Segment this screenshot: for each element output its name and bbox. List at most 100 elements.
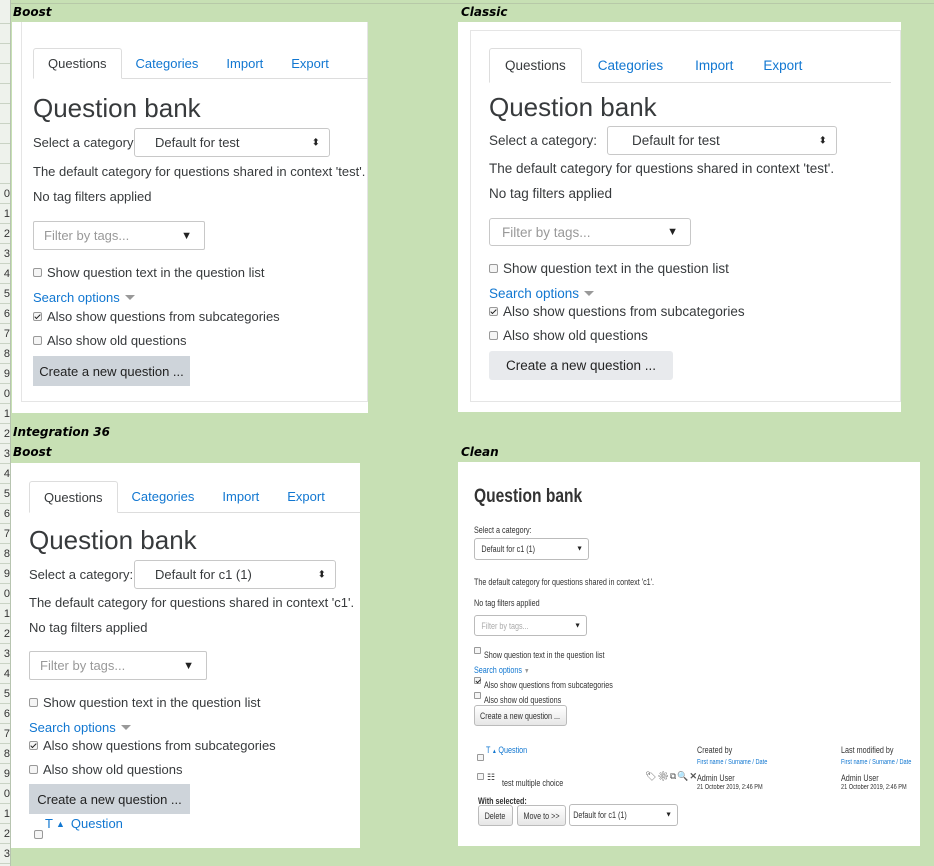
row-number[interactable]: 8 [0, 544, 10, 564]
old-questions-option[interactable]: Also show old questions [33, 333, 186, 348]
tag-icon[interactable]: 🏷 [645, 771, 657, 781]
row-number[interactable]: 3 [0, 644, 10, 664]
move-to-button[interactable]: Move to >> [517, 805, 566, 826]
subcategories-checkbox[interactable] [33, 312, 42, 321]
category-select[interactable]: Default for c1 (1) ⬍ [134, 560, 336, 589]
tab-questions[interactable]: Questions [29, 481, 118, 513]
row-checkbox[interactable] [477, 773, 484, 780]
row-number[interactable] [0, 24, 10, 44]
subcategories-option[interactable]: Also show questions from subcategories [29, 738, 276, 753]
row-number[interactable]: 6 [0, 304, 10, 324]
search-options-toggle[interactable]: Search options [29, 720, 131, 735]
row-number[interactable]: 7 [0, 324, 10, 344]
row-number[interactable]: 9 [0, 564, 10, 584]
search-options-toggle[interactable]: Search options [33, 290, 135, 305]
delete-button[interactable]: Delete [478, 805, 513, 826]
row-number[interactable]: 3 [0, 844, 10, 864]
tab-import[interactable]: Import [679, 48, 749, 82]
subcategories-checkbox[interactable] [489, 307, 498, 316]
category-select[interactable]: Default for test ⬍ [607, 126, 837, 155]
row-number[interactable]: 3 [0, 244, 10, 264]
show-question-text-option[interactable]: Show question text in the question list [33, 265, 265, 280]
row-number[interactable]: 9 [0, 764, 10, 784]
sort-question-type[interactable]: T ▲ Question [486, 745, 527, 755]
row-number[interactable]: 6 [0, 504, 10, 524]
row-number[interactable]: 9 [0, 364, 10, 384]
row-number[interactable]: 1 [0, 204, 10, 224]
tab-questions[interactable]: Questions [33, 48, 122, 79]
row-number[interactable]: 1 [0, 404, 10, 424]
tab-categories[interactable]: Categories [122, 48, 213, 78]
tab-categories[interactable]: Categories [118, 481, 209, 512]
category-select[interactable]: Default for test ⬍ [134, 128, 330, 157]
gear-icon[interactable]: ⚙ [657, 771, 669, 781]
row-number[interactable]: 2 [0, 824, 10, 844]
tab-export[interactable]: Export [273, 481, 339, 512]
create-question-button[interactable]: Create a new question ... [29, 784, 190, 814]
old-questions-checkbox[interactable] [489, 331, 498, 340]
old-questions-option[interactable]: Also show old questions [29, 762, 182, 777]
row-number[interactable]: 5 [0, 484, 10, 504]
modified-sort-links[interactable]: First name / Surname / Date [841, 759, 911, 766]
subcategories-option[interactable]: Also show questions from subcategories [33, 309, 280, 324]
row-number[interactable]: 0 [0, 184, 10, 204]
tag-filter-select[interactable]: Filter by tags... ▼ [474, 615, 587, 636]
row-number[interactable] [0, 44, 10, 64]
old-questions-option[interactable]: Also show old questions [489, 328, 648, 343]
create-question-button[interactable]: Create a new question ... [474, 705, 567, 726]
search-options-toggle[interactable]: Search options ▼ [474, 665, 530, 675]
tab-categories[interactable]: Categories [582, 48, 679, 82]
row-number[interactable] [0, 144, 10, 164]
created-sort-links[interactable]: First name / Surname / Date [697, 759, 767, 766]
create-question-button[interactable]: Create a new question ... [33, 356, 190, 386]
row-number[interactable]: 1 [0, 604, 10, 624]
row-number[interactable]: 7 [0, 724, 10, 744]
question-column-header[interactable]: Question [498, 745, 527, 755]
row-number[interactable]: 4 [0, 264, 10, 284]
tag-filter-select[interactable]: Filter by tags... ▼ [29, 651, 207, 680]
row-number[interactable]: 2 [0, 424, 10, 444]
row-number[interactable]: 4 [0, 664, 10, 684]
show-question-text-checkbox[interactable] [489, 264, 498, 273]
preview-icon[interactable]: 🔍 [677, 771, 689, 781]
row-number[interactable] [0, 104, 10, 124]
old-questions-checkbox[interactable] [474, 692, 481, 699]
category-select[interactable]: Default for c1 (1) ▼ [474, 538, 589, 560]
row-number[interactable]: 1 [0, 804, 10, 824]
tab-export[interactable]: Export [277, 48, 343, 78]
search-options-toggle[interactable]: Search options [489, 286, 595, 301]
tab-questions[interactable]: Questions [489, 48, 582, 83]
row-number[interactable]: 2 [0, 224, 10, 244]
tag-filter-select[interactable]: Filter by tags... ▼ [489, 218, 691, 246]
sort-question-type[interactable]: T ▲ Question [45, 816, 123, 831]
old-questions-checkbox[interactable] [33, 336, 42, 345]
row-number[interactable]: 3 [0, 444, 10, 464]
tab-export[interactable]: Export [749, 48, 816, 82]
show-question-text-option[interactable]: Show question text in the question list [29, 695, 261, 710]
show-question-text-checkbox[interactable] [33, 268, 42, 277]
row-number[interactable]: 6 [0, 704, 10, 724]
show-question-text-checkbox[interactable] [474, 647, 481, 654]
question-column-header[interactable]: Question [71, 816, 123, 831]
row-number[interactable] [0, 4, 10, 24]
row-number[interactable]: 5 [0, 684, 10, 704]
row-number[interactable] [0, 84, 10, 104]
row-number[interactable]: 8 [0, 344, 10, 364]
row-number[interactable]: 8 [0, 744, 10, 764]
row-number[interactable]: 7 [0, 524, 10, 544]
row-number[interactable] [0, 124, 10, 144]
subcategories-checkbox[interactable] [474, 677, 481, 684]
row-number[interactable]: 2 [0, 624, 10, 644]
select-all-checkbox[interactable] [34, 830, 43, 839]
move-target-select[interactable]: Default for c1 (1) ▼ [569, 804, 678, 826]
show-question-text-checkbox[interactable] [29, 698, 38, 707]
old-questions-checkbox[interactable] [29, 765, 38, 774]
tab-import[interactable]: Import [208, 481, 273, 512]
subcategories-option[interactable]: Also show questions from subcategories [489, 304, 745, 319]
show-question-text-option[interactable]: Show question text in the question list [489, 261, 729, 276]
row-number[interactable]: 0 [0, 384, 10, 404]
tab-import[interactable]: Import [212, 48, 277, 78]
row-number[interactable] [0, 164, 10, 184]
row-number[interactable] [0, 64, 10, 84]
row-number[interactable]: 4 [0, 464, 10, 484]
